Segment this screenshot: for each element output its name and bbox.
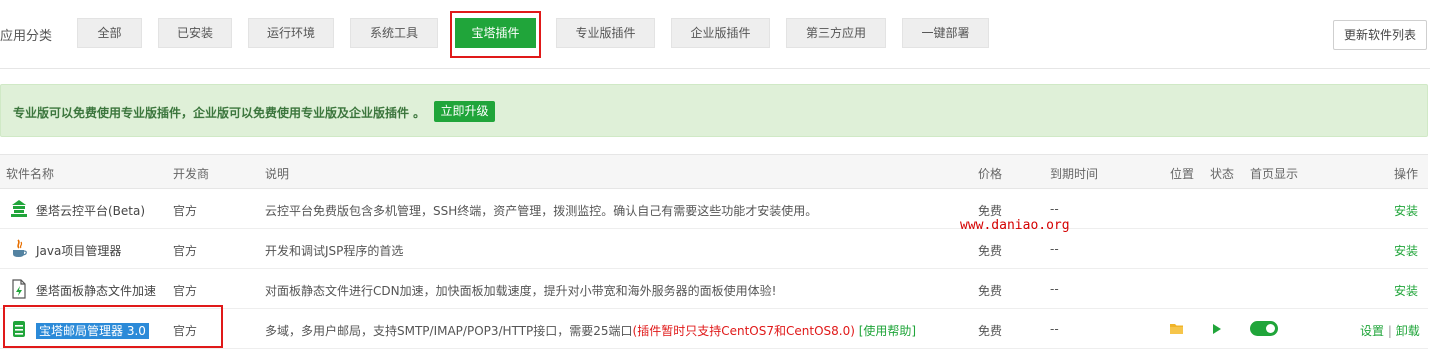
- header-actions: 操作: [1394, 167, 1419, 181]
- cloud-control-icon: [11, 200, 27, 217]
- tab-enterprise-plugins[interactable]: 企业版插件: [671, 18, 770, 48]
- settings-link[interactable]: 设置: [1360, 324, 1384, 338]
- play-icon[interactable]: [1212, 323, 1222, 335]
- tab-third-party[interactable]: 第三方应用: [786, 18, 886, 48]
- notice-text: 专业版可以免费使用专业版插件，企业版可以免费使用专业版及企业版插件 。: [13, 106, 426, 120]
- tab-all[interactable]: 全部: [77, 18, 142, 48]
- header-expire: 到期时间: [1050, 167, 1099, 181]
- java-icon: [13, 239, 27, 257]
- plugin-developer: 官方: [173, 244, 198, 258]
- homepage-display-toggle[interactable]: [1250, 321, 1278, 336]
- header-desc: 说明: [265, 167, 290, 181]
- plugin-description: 云控平台免费版包含多机管理，SSH终端，资产管理，拨测监控。确认自己有需要这些功…: [265, 204, 818, 218]
- selected-row-highlight-box: [3, 305, 223, 348]
- plugin-expire: --: [1050, 202, 1059, 216]
- folder-icon[interactable]: [1169, 322, 1184, 335]
- plugin-name: 堡塔云控平台(Beta): [36, 204, 146, 218]
- tab-runtime[interactable]: 运行环境: [248, 18, 334, 48]
- category-label: 应用分类: [0, 29, 53, 44]
- header-homepage: 首页显示: [1250, 167, 1299, 181]
- category-bar: 应用分类 全部 已安装 运行环境 系统工具 宝塔插件 专业版插件 企业版插件 第…: [0, 0, 1430, 68]
- header-price: 价格: [978, 167, 1003, 181]
- install-link[interactable]: 安装: [1394, 202, 1418, 219]
- plugin-name: Java项目管理器: [36, 244, 122, 258]
- header-status: 状态: [1210, 167, 1235, 181]
- upgrade-button[interactable]: 立即升级: [434, 101, 495, 122]
- watermark: www.daniao.org: [960, 218, 1070, 233]
- file-icon: [12, 279, 26, 299]
- plugin-developer: 官方: [173, 204, 198, 218]
- plugin-expire: --: [1050, 242, 1059, 256]
- active-tab-highlight-box: [450, 11, 541, 58]
- plugin-description: 开发和调试JSP程序的首选: [265, 244, 404, 258]
- upgrade-notice: 专业版可以免费使用专业版插件，企业版可以免费使用专业版及企业版插件 。 立即升级: [0, 84, 1428, 137]
- description-text: 多域，多用户邮局，支持SMTP/IMAP/POP3/HTTP接口，需要25端口: [265, 324, 633, 338]
- tab-one-click-deploy[interactable]: 一键部署: [902, 18, 989, 48]
- compat-warning: (插件暂时只支持CentOS7和CentOS8.0): [632, 324, 855, 338]
- table-row: 堡塔云控平台(Beta) 官方 云控平台免费版包含多机管理，SSH终端，资产管理…: [0, 189, 1428, 229]
- install-link[interactable]: 安装: [1394, 282, 1418, 299]
- tab-system-tools[interactable]: 系统工具: [350, 18, 438, 48]
- table-row: Java项目管理器 官方 开发和调试JSP程序的首选 免费 -- 安装: [0, 229, 1428, 269]
- install-link[interactable]: 安装: [1394, 242, 1418, 259]
- action-separator: |: [1387, 324, 1392, 338]
- tab-installed[interactable]: 已安装: [158, 18, 232, 48]
- help-link[interactable]: [使用帮助]: [859, 324, 916, 338]
- header-location: 位置: [1170, 167, 1195, 181]
- plugin-price: 免费: [978, 204, 1003, 218]
- table-row: 堡塔面板静态文件加速 官方 对面板静态文件进行CDN加速，加快面板加载速度，提升…: [0, 269, 1428, 309]
- header-name: 软件名称: [6, 167, 55, 181]
- refresh-list-button[interactable]: 更新软件列表: [1333, 20, 1427, 50]
- plugin-expire: --: [1050, 282, 1059, 296]
- plugin-price: 免费: [978, 284, 1003, 298]
- plugin-expire: --: [1050, 322, 1059, 336]
- plugin-description: 多域，多用户邮局，支持SMTP/IMAP/POP3/HTTP接口，需要25端口(…: [265, 322, 916, 339]
- plugin-price: 免费: [978, 324, 1003, 338]
- plugin-developer: 官方: [173, 284, 198, 298]
- table-header: 软件名称 开发商 说明 价格 到期时间 位置 状态 首页显示 操作: [0, 155, 1428, 189]
- row-actions: 设置 | 卸载: [1360, 322, 1420, 339]
- divider: [0, 68, 1430, 69]
- header-developer: 开发商: [173, 167, 210, 181]
- uninstall-link[interactable]: 卸载: [1396, 324, 1420, 338]
- plugin-name: 堡塔面板静态文件加速: [36, 284, 157, 298]
- plugin-description: 对面板静态文件进行CDN加速，加快面板加载速度，提升对小带宽和海外服务器的面板使…: [265, 284, 777, 298]
- tab-pro-plugins[interactable]: 专业版插件: [556, 18, 655, 48]
- plugin-price: 免费: [978, 244, 1003, 258]
